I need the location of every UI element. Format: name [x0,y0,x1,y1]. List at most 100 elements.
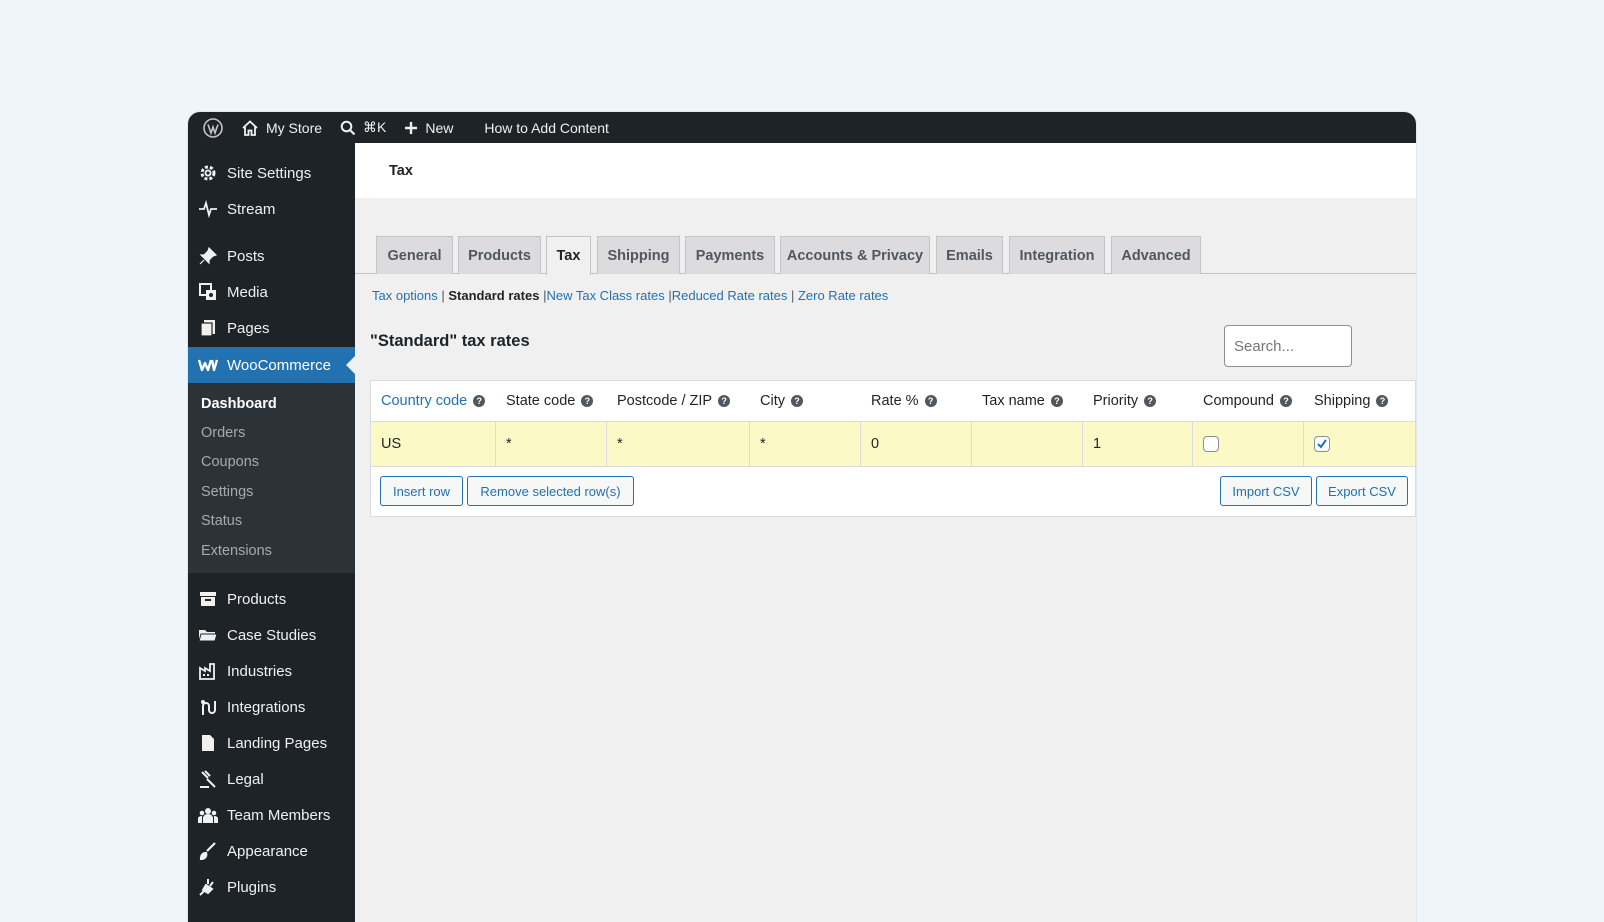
menu-label: Legal [227,770,264,788]
shipping-checkbox[interactable] [1314,436,1330,452]
menu-integrations[interactable]: Integrations [188,689,355,725]
new-content-link[interactable]: New [395,112,462,143]
help-icon[interactable]: ? [1144,395,1157,407]
cell-compound [1193,422,1304,466]
search-icon [340,120,356,135]
menu-label: Pages [227,319,270,337]
tab-accounts-privacy[interactable]: Accounts & Privacy [780,236,930,274]
tab-general[interactable]: General [376,236,453,274]
factory-icon [198,661,218,681]
menu-products[interactable]: Products [188,581,355,617]
menu-media[interactable]: Media [188,274,355,310]
menu-plugins[interactable]: Plugins [188,869,355,905]
submenu-settings[interactable]: Settings [188,477,355,506]
import-csv-button[interactable]: Import CSV [1220,476,1312,506]
menu-label: Case Studies [227,626,317,644]
link-standard-rates[interactable]: Standard rates [448,288,539,303]
link-new-tax-class-rates[interactable]: New Tax Class rates [546,288,664,303]
gavel-icon [198,769,218,789]
menu-label: Site Settings [227,164,312,182]
column-label: Country code [381,393,468,409]
submenu-coupons[interactable]: Coupons [188,448,355,477]
rates-section-title: "Standard" tax rates [370,332,530,350]
cell-city[interactable]: * [750,422,861,466]
help-icon[interactable]: ? [581,395,594,407]
menu-industries[interactable]: Industries [188,653,355,689]
wordpress-logo-icon[interactable] [194,112,232,143]
submenu-extensions[interactable]: Extensions [188,536,355,565]
gear-icon [198,163,218,183]
export-csv-button[interactable]: Export CSV [1316,476,1408,506]
cell-postcode[interactable]: * [607,422,750,466]
column-priority: Priority? [1083,381,1193,421]
archive-icon [198,589,218,609]
help-icon[interactable]: ? [473,395,486,407]
cell-state[interactable]: * [496,422,607,466]
menu-appearance[interactable]: Appearance [188,833,355,869]
menu-label: Posts [227,247,265,265]
home-icon [242,119,258,136]
pulse-icon [198,199,218,219]
checkmark-icon [1317,439,1327,449]
column-label: City [760,393,785,409]
table-row[interactable]: US * * * 0 1 [371,422,1415,467]
cell-country[interactable]: US [371,422,496,466]
tab-tax[interactable]: Tax [546,236,591,275]
menu-pages[interactable]: Pages [188,310,355,346]
tab-advanced[interactable]: Advanced [1111,236,1201,274]
column-country-code[interactable]: Country code? [371,381,496,421]
menu-label: Stream [227,200,276,218]
separator: | [790,288,798,303]
woocommerce-submenu: Dashboard Orders Coupons Settings Status… [188,383,355,574]
page-title: Tax [389,162,413,179]
help-icon[interactable]: ? [1376,395,1389,407]
tab-emails[interactable]: Emails [936,236,1003,274]
submenu-dashboard[interactable]: Dashboard [188,389,355,418]
column-label: Rate % [871,393,919,409]
menu-site-settings[interactable]: Site Settings [188,155,355,191]
help-icon[interactable]: ? [718,395,731,407]
site-name-link[interactable]: My Store [232,112,331,143]
menu-label: Products [227,590,287,608]
menu-legal[interactable]: Legal [188,761,355,797]
menu-posts[interactable]: Posts [188,238,355,274]
menu-case-studies[interactable]: Case Studies [188,617,355,653]
menu-woocommerce[interactable]: WooCommerce [188,347,355,383]
help-icon[interactable]: ? [790,395,803,407]
menu-team-members[interactable]: Team Members [188,797,355,833]
link-tax-options[interactable]: Tax options [372,288,438,303]
document-icon [198,733,218,753]
integration-icon [198,697,218,717]
remove-rows-button[interactable]: Remove selected row(s) [467,476,634,506]
cell-tax-name[interactable] [972,422,1083,466]
search-shortcut-label: ⌘K [363,119,387,135]
cell-rate[interactable]: 0 [861,422,972,466]
help-icon[interactable]: ? [1279,395,1292,407]
submenu-status[interactable]: Status [188,507,355,536]
menu-stream[interactable]: Stream [188,191,355,227]
tab-shipping[interactable]: Shipping [597,236,680,274]
search-input[interactable] [1224,325,1352,367]
help-icon[interactable]: ? [924,395,937,407]
admin-sidebar: Site Settings Stream Posts Media Pages W… [188,143,355,922]
search-shortcut[interactable]: ⌘K [331,112,395,143]
tab-integration[interactable]: Integration [1009,236,1105,274]
column-label: Priority [1093,393,1139,409]
page-header: Tax [355,143,1416,198]
cell-priority[interactable]: 1 [1083,422,1193,466]
help-icon[interactable]: ? [1050,395,1063,407]
how-to-add-content-link[interactable]: How to Add Content [462,112,618,143]
link-zero-rate-rates[interactable]: Zero Rate rates [798,288,888,303]
site-name: My Store [266,119,323,136]
insert-row-button[interactable]: Insert row [380,476,463,506]
link-reduced-rate-rates[interactable]: Reduced Rate rates [672,288,788,303]
menu-landing-pages[interactable]: Landing Pages [188,725,355,761]
tab-payments[interactable]: Payments [685,236,775,274]
tab-products[interactable]: Products [458,236,541,274]
cell-shipping [1304,422,1414,466]
column-label: Postcode / ZIP [617,393,713,409]
submenu-orders[interactable]: Orders [188,418,355,447]
table-footer: Insert row Remove selected row(s) Import… [371,467,1415,516]
menu-label: Integrations [227,698,306,716]
compound-checkbox[interactable] [1203,436,1219,452]
